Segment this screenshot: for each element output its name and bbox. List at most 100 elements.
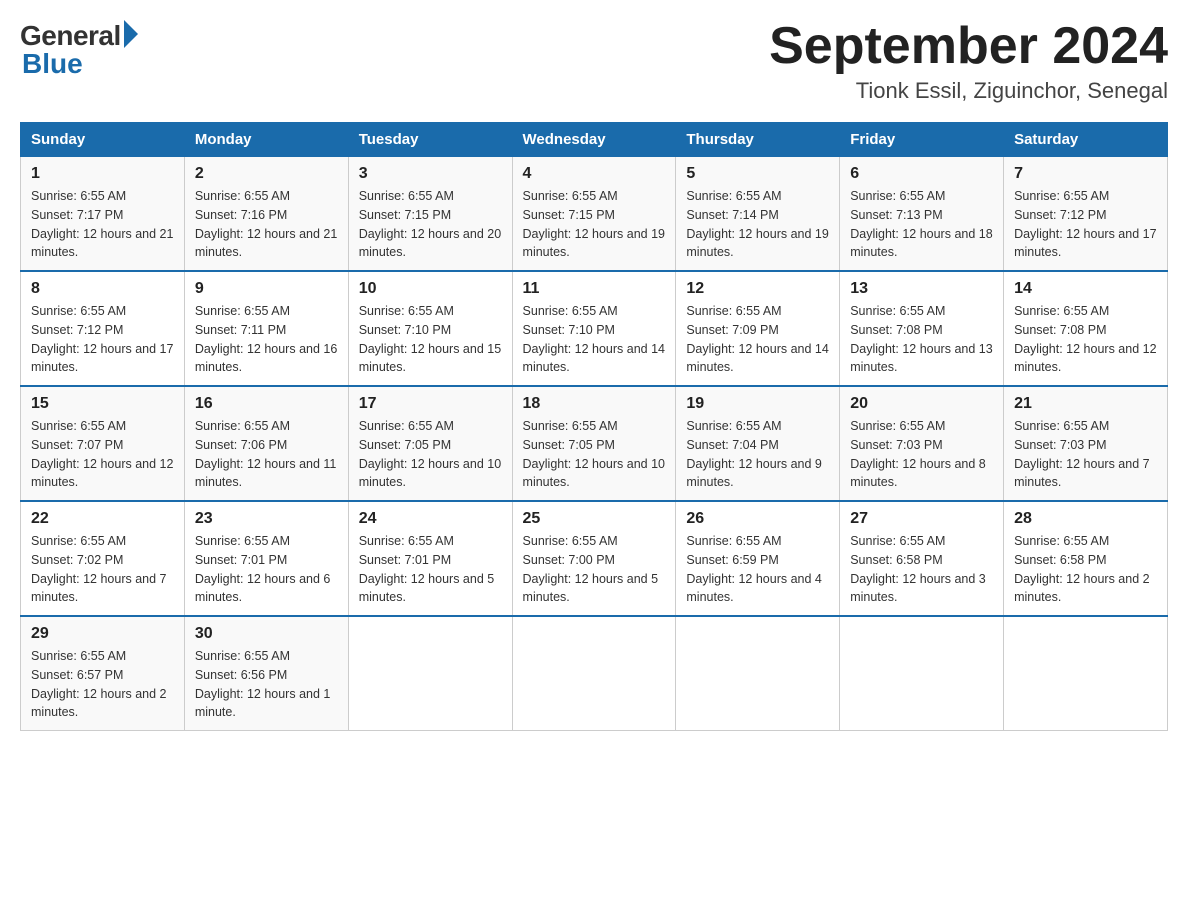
daylight-text: Daylight: 12 hours and 21 minutes. bbox=[195, 225, 338, 263]
day-number: 8 bbox=[31, 280, 174, 298]
sunset-text: Sunset: 7:05 PM bbox=[359, 436, 502, 455]
day-number: 23 bbox=[195, 510, 338, 528]
table-row: 5 Sunrise: 6:55 AMSunset: 7:14 PMDaylight… bbox=[676, 157, 840, 272]
day-info: Sunrise: 6:55 AMSunset: 7:11 PMDaylight:… bbox=[195, 302, 338, 377]
day-number: 28 bbox=[1014, 510, 1157, 528]
logo-triangle-icon bbox=[124, 20, 138, 48]
daylight-text: Daylight: 12 hours and 6 minutes. bbox=[195, 570, 338, 608]
daylight-text: Daylight: 12 hours and 2 minutes. bbox=[1014, 570, 1157, 608]
sunrise-text: Sunrise: 6:55 AM bbox=[359, 302, 502, 321]
day-info: Sunrise: 6:55 AMSunset: 7:14 PMDaylight:… bbox=[686, 187, 829, 262]
sunrise-text: Sunrise: 6:55 AM bbox=[31, 187, 174, 206]
sunrise-text: Sunrise: 6:55 AM bbox=[31, 302, 174, 321]
day-info: Sunrise: 6:55 AMSunset: 7:09 PMDaylight:… bbox=[686, 302, 829, 377]
daylight-text: Daylight: 12 hours and 19 minutes. bbox=[523, 225, 666, 263]
table-row: 20Sunrise: 6:55 AMSunset: 7:03 PMDayligh… bbox=[840, 386, 1004, 501]
daylight-text: Daylight: 12 hours and 3 minutes. bbox=[850, 570, 993, 608]
table-row: 22Sunrise: 6:55 AMSunset: 7:02 PMDayligh… bbox=[21, 501, 185, 616]
daylight-text: Daylight: 12 hours and 5 minutes. bbox=[523, 570, 666, 608]
sunset-text: Sunset: 7:06 PM bbox=[195, 436, 338, 455]
day-number: 7 bbox=[1014, 165, 1157, 183]
sunrise-text: Sunrise: 6:55 AM bbox=[686, 302, 829, 321]
calendar-header-row: Sunday Monday Tuesday Wednesday Thursday… bbox=[21, 123, 1168, 157]
calendar-week-row: 15Sunrise: 6:55 AMSunset: 7:07 PMDayligh… bbox=[21, 386, 1168, 501]
table-row: 1Sunrise: 6:55 AMSunset: 7:17 PMDaylight… bbox=[21, 157, 185, 272]
location-title: Tionk Essil, Ziguinchor, Senegal bbox=[769, 78, 1168, 104]
sunrise-text: Sunrise: 6:55 AM bbox=[1014, 532, 1157, 551]
table-row: 10Sunrise: 6:55 AMSunset: 7:10 PMDayligh… bbox=[348, 271, 512, 386]
header-saturday: Saturday bbox=[1004, 123, 1168, 157]
day-info: Sunrise: 6:55 AMSunset: 7:06 PMDaylight:… bbox=[195, 417, 338, 492]
table-row: 21 Sunrise: 6:55 AMSunset: 7:03 PMDayligh… bbox=[1004, 386, 1168, 501]
table-row bbox=[512, 616, 676, 731]
day-info: Sunrise: 6:55 AMSunset: 7:16 PMDaylight:… bbox=[195, 187, 338, 262]
day-number: 6 bbox=[850, 165, 993, 183]
sunrise-text: Sunrise: 6:55 AM bbox=[31, 647, 174, 666]
day-info: Sunrise: 6:55 AMSunset: 7:08 PMDaylight:… bbox=[850, 302, 993, 377]
daylight-text: Daylight: 12 hours and 12 minutes. bbox=[1014, 340, 1157, 378]
day-number: 4 bbox=[523, 165, 666, 183]
table-row bbox=[840, 616, 1004, 731]
day-info: Sunrise: 6:55 AMSunset: 7:04 PMDaylight:… bbox=[686, 417, 829, 492]
daylight-text: Daylight: 12 hours and 2 minutes. bbox=[31, 685, 174, 723]
day-info: Sunrise: 6:55 AMSunset: 7:10 PMDaylight:… bbox=[523, 302, 666, 377]
daylight-text: Daylight: 12 hours and 9 minutes. bbox=[686, 455, 829, 493]
day-number: 26 bbox=[686, 510, 829, 528]
daylight-text: Daylight: 12 hours and 20 minutes. bbox=[359, 225, 502, 263]
day-info: Sunrise: 6:55 AMSunset: 7:00 PMDaylight:… bbox=[523, 532, 666, 607]
daylight-text: Daylight: 12 hours and 1 minute. bbox=[195, 685, 338, 723]
sunrise-text: Sunrise: 6:55 AM bbox=[195, 302, 338, 321]
sunrise-text: Sunrise: 6:55 AM bbox=[359, 187, 502, 206]
daylight-text: Daylight: 12 hours and 7 minutes. bbox=[1014, 455, 1157, 493]
day-info: Sunrise: 6:55 AMSunset: 7:15 PMDaylight:… bbox=[523, 187, 666, 262]
sunset-text: Sunset: 7:05 PM bbox=[523, 436, 666, 455]
calendar-week-row: 29Sunrise: 6:55 AMSunset: 6:57 PMDayligh… bbox=[21, 616, 1168, 731]
sunset-text: Sunset: 7:04 PM bbox=[686, 436, 829, 455]
sunset-text: Sunset: 6:56 PM bbox=[195, 666, 338, 685]
sunrise-text: Sunrise: 6:55 AM bbox=[195, 647, 338, 666]
header-tuesday: Tuesday bbox=[348, 123, 512, 157]
day-number: 5 bbox=[686, 165, 829, 183]
sunrise-text: Sunrise: 6:55 AM bbox=[686, 532, 829, 551]
day-info: Sunrise: 6:55 AMSunset: 6:58 PMDaylight:… bbox=[1014, 532, 1157, 607]
calendar-table: Sunday Monday Tuesday Wednesday Thursday… bbox=[20, 122, 1168, 731]
sunrise-text: Sunrise: 6:55 AM bbox=[1014, 187, 1157, 206]
logo-blue-text: Blue bbox=[22, 48, 83, 80]
sunrise-text: Sunrise: 6:55 AM bbox=[195, 532, 338, 551]
sunrise-text: Sunrise: 6:55 AM bbox=[850, 187, 993, 206]
day-info: Sunrise: 6:55 AMSunset: 7:02 PMDaylight:… bbox=[31, 532, 174, 607]
day-info: Sunrise: 6:55 AMSunset: 7:03 PMDaylight:… bbox=[1014, 417, 1157, 492]
table-row bbox=[348, 616, 512, 731]
sunrise-text: Sunrise: 6:55 AM bbox=[850, 302, 993, 321]
header-sunday: Sunday bbox=[21, 123, 185, 157]
day-number: 17 bbox=[359, 395, 502, 413]
sunrise-text: Sunrise: 6:55 AM bbox=[31, 417, 174, 436]
calendar-week-row: 1Sunrise: 6:55 AMSunset: 7:17 PMDaylight… bbox=[21, 157, 1168, 272]
day-info: Sunrise: 6:55 AMSunset: 7:05 PMDaylight:… bbox=[359, 417, 502, 492]
table-row: 7Sunrise: 6:55 AMSunset: 7:12 PMDaylight… bbox=[1004, 157, 1168, 272]
sunset-text: Sunset: 6:57 PM bbox=[31, 666, 174, 685]
table-row: 18Sunrise: 6:55 AMSunset: 7:05 PMDayligh… bbox=[512, 386, 676, 501]
table-row: 25Sunrise: 6:55 AMSunset: 7:00 PMDayligh… bbox=[512, 501, 676, 616]
day-number: 24 bbox=[359, 510, 502, 528]
sunrise-text: Sunrise: 6:55 AM bbox=[359, 532, 502, 551]
sunset-text: Sunset: 7:08 PM bbox=[850, 321, 993, 340]
table-row: 12Sunrise: 6:55 AMSunset: 7:09 PMDayligh… bbox=[676, 271, 840, 386]
sunrise-text: Sunrise: 6:55 AM bbox=[1014, 417, 1157, 436]
day-info: Sunrise: 6:55 AMSunset: 7:01 PMDaylight:… bbox=[359, 532, 502, 607]
day-info: Sunrise: 6:55 AMSunset: 7:15 PMDaylight:… bbox=[359, 187, 502, 262]
daylight-text: Daylight: 12 hours and 5 minutes. bbox=[359, 570, 502, 608]
table-row: 13Sunrise: 6:55 AMSunset: 7:08 PMDayligh… bbox=[840, 271, 1004, 386]
sunrise-text: Sunrise: 6:55 AM bbox=[1014, 302, 1157, 321]
sunset-text: Sunset: 7:13 PM bbox=[850, 206, 993, 225]
day-number: 21 bbox=[1014, 395, 1157, 413]
table-row: 24 Sunrise: 6:55 AMSunset: 7:01 PMDayligh… bbox=[348, 501, 512, 616]
month-title: September 2024 bbox=[769, 20, 1168, 72]
table-row: 26Sunrise: 6:55 AMSunset: 6:59 PMDayligh… bbox=[676, 501, 840, 616]
sunset-text: Sunset: 7:16 PM bbox=[195, 206, 338, 225]
table-row: 29Sunrise: 6:55 AMSunset: 6:57 PMDayligh… bbox=[21, 616, 185, 731]
sunrise-text: Sunrise: 6:55 AM bbox=[686, 187, 829, 206]
sunset-text: Sunset: 7:03 PM bbox=[1014, 436, 1157, 455]
sunset-text: Sunset: 6:59 PM bbox=[686, 551, 829, 570]
table-row: 30Sunrise: 6:55 AMSunset: 6:56 PMDayligh… bbox=[184, 616, 348, 731]
